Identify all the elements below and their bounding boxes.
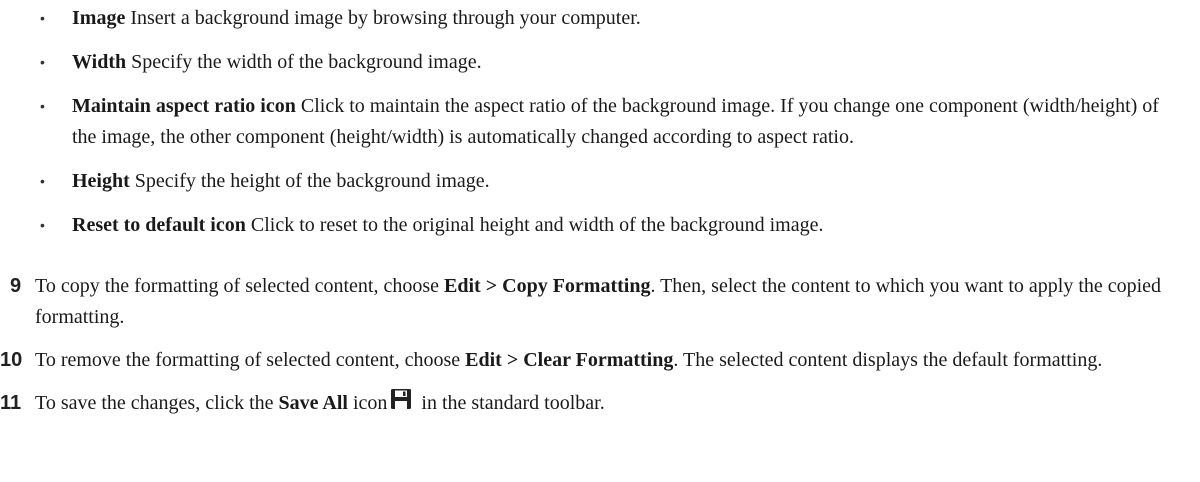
step-text: in the standard toolbar.: [416, 392, 605, 414]
bullet-dot: •: [40, 98, 45, 114]
bullet-dot: •: [40, 173, 45, 189]
step-number: 9: [10, 275, 22, 297]
step-number: 10: [0, 349, 23, 371]
command-name: Copy Formatting: [502, 275, 651, 297]
bullet-term: Maintain aspect ratio icon: [72, 95, 296, 117]
bullet-item-height: • Height Specify the height of the backg…: [34, 166, 1184, 197]
bullet-term: Height: [72, 170, 130, 192]
step-text: icon: [347, 392, 388, 414]
bullet-text: Insert a background image by browsing th…: [125, 7, 641, 29]
step-text: To copy the formatting of selected conte…: [35, 275, 445, 297]
menu-separator: >: [501, 349, 524, 371]
command-name: Clear Formatting: [523, 349, 674, 371]
bullet-term: Reset to default icon: [72, 214, 246, 236]
document-page: • Image Insert a background image by bro…: [0, 0, 1200, 482]
bullet-text: Click to reset to the original height an…: [245, 214, 824, 236]
bullet-dot: •: [40, 10, 45, 26]
menu-separator: >: [480, 275, 503, 297]
bullet-term: Image: [72, 7, 126, 29]
menu-name: Edit: [444, 275, 481, 297]
step-text: To remove the formatting of selected con…: [35, 349, 466, 371]
save-all-icon: [391, 389, 412, 409]
step-text: . The selected content displays the defa…: [673, 349, 1103, 371]
numbered-step-list: 9 To copy the formatting of selected con…: [0, 271, 1190, 431]
step-number: 11: [0, 392, 22, 414]
bullet-item-width: • Width Specify the width of the backgro…: [34, 47, 1184, 78]
step-clear-formatting: 10 To remove the formatting of selected …: [0, 345, 1190, 376]
step-copy-formatting: 9 To copy the formatting of selected con…: [0, 271, 1190, 333]
step-save-all: 11 To save the changes, click the Save A…: [0, 388, 1190, 419]
bullet-text: Specify the height of the background ima…: [129, 170, 490, 192]
bullet-dot: •: [40, 217, 45, 233]
option-bullet-list: • Image Insert a background image by bro…: [34, 3, 1184, 254]
bullet-text: Specify the width of the background imag…: [126, 51, 482, 73]
bullet-item-reset: • Reset to default icon Click to reset t…: [34, 210, 1184, 241]
bullet-dot: •: [40, 54, 45, 70]
bullet-item-image: • Image Insert a background image by bro…: [34, 3, 1184, 34]
menu-name: Edit: [465, 349, 502, 371]
step-text: To save the changes, click the: [35, 392, 279, 414]
command-name: Save All: [278, 392, 348, 414]
bullet-item-aspect-ratio: • Maintain aspect ratio icon Click to ma…: [34, 91, 1184, 153]
bullet-term: Width: [72, 51, 127, 73]
